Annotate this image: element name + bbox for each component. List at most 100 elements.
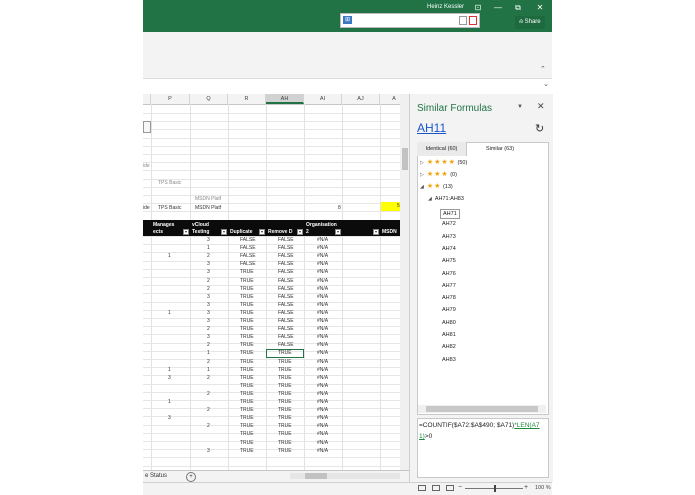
- table-cell[interactable]: TRUE: [240, 294, 254, 300]
- table-cell[interactable]: FALSE: [278, 302, 294, 308]
- addin-logo-icon[interactable]: ⊞: [343, 16, 352, 24]
- table-cell[interactable]: TRUE: [278, 407, 292, 413]
- horizontal-scroll-thumb[interactable]: [305, 473, 327, 479]
- table-cell[interactable]: #N/A: [317, 407, 328, 413]
- close-button[interactable]: ✕: [532, 2, 548, 13]
- table-cell[interactable]: 3: [207, 294, 210, 300]
- table-cell[interactable]: TRUE: [278, 359, 292, 365]
- table-cell[interactable]: TRUE: [240, 375, 254, 381]
- filter-dropdown-icon[interactable]: ▾: [373, 229, 379, 235]
- table-cell[interactable]: #N/A: [317, 350, 328, 356]
- table-cell[interactable]: #N/A: [317, 294, 328, 300]
- table-cell[interactable]: 1: [207, 367, 210, 373]
- table-cell[interactable]: TRUE: [240, 367, 254, 373]
- table-cell[interactable]: 1: [207, 350, 210, 356]
- column-header-partial[interactable]: [143, 94, 151, 104]
- collapse-arrow-icon[interactable]: ◢: [428, 196, 432, 202]
- table-cell[interactable]: TRUE: [278, 415, 292, 421]
- floating-toolbar[interactable]: ⊞: [340, 13, 480, 28]
- normal-view-icon[interactable]: [418, 485, 426, 491]
- table-cell[interactable]: 3: [207, 318, 210, 324]
- similar-cell-item[interactable]: AH73: [442, 234, 456, 240]
- column-header-r[interactable]: R: [228, 94, 266, 104]
- selected-cell[interactable]: [266, 349, 304, 358]
- similar-cell-item[interactable]: AH80: [442, 320, 456, 326]
- ribbon-display-icon[interactable]: ⊡: [470, 2, 486, 13]
- table-cell[interactable]: FALSE: [240, 253, 256, 259]
- table-cell[interactable]: TRUE: [240, 350, 254, 356]
- table-cell[interactable]: 2: [207, 278, 210, 284]
- table-cell[interactable]: TRUE: [240, 342, 254, 348]
- similar-cell-item[interactable]: AH75: [442, 258, 456, 264]
- table-cell[interactable]: #N/A: [317, 253, 328, 259]
- column-header-ah[interactable]: AH: [266, 94, 304, 104]
- filter-dropdown-icon[interactable]: ▾: [221, 229, 227, 235]
- tab-identical[interactable]: Identical (60): [417, 142, 467, 156]
- table-cell[interactable]: TRUE: [278, 391, 292, 397]
- copy-icon[interactable]: [459, 16, 467, 25]
- table-cell[interactable]: TRUE: [240, 326, 254, 332]
- table-cell[interactable]: FALSE: [278, 253, 294, 259]
- table-cell[interactable]: 2: [207, 423, 210, 429]
- table-cell[interactable]: TRUE: [240, 286, 254, 292]
- table-cell[interactable]: FALSE: [278, 269, 294, 275]
- restore-button[interactable]: ⧉: [510, 2, 526, 13]
- table-cell[interactable]: TRUE: [240, 310, 254, 316]
- add-sheet-button[interactable]: +: [186, 472, 196, 482]
- group-3-stars[interactable]: ▷ ★★★ (0): [420, 170, 457, 178]
- table-cell[interactable]: 2: [207, 407, 210, 413]
- table-cell[interactable]: 1: [207, 245, 210, 251]
- pane-options-icon[interactable]: ▼: [517, 104, 523, 110]
- table-cell[interactable]: FALSE: [278, 318, 294, 324]
- column-header-ai[interactable]: AI: [304, 94, 342, 104]
- table-cell[interactable]: TRUE: [278, 440, 292, 446]
- table-cell[interactable]: TRUE: [278, 431, 292, 437]
- table-cell[interactable]: 2: [207, 375, 210, 381]
- table-cell[interactable]: 3: [168, 375, 171, 381]
- table-cell[interactable]: FALSE: [278, 326, 294, 332]
- table-cell[interactable]: FALSE: [278, 237, 294, 243]
- table-cell[interactable]: #N/A: [317, 367, 328, 373]
- table-cell[interactable]: TRUE: [278, 367, 292, 373]
- zoom-in-button[interactable]: +: [524, 484, 528, 491]
- formula-bar[interactable]: [143, 78, 552, 93]
- table-cell[interactable]: #N/A: [317, 448, 328, 454]
- filter-dropdown-icon[interactable]: ▾: [297, 229, 303, 235]
- share-button[interactable]: ⍝ Share: [515, 16, 545, 29]
- table-cell[interactable]: 2: [207, 391, 210, 397]
- table-cell[interactable]: #N/A: [317, 415, 328, 421]
- table-cell[interactable]: 2: [207, 286, 210, 292]
- table-cell[interactable]: 2: [207, 253, 210, 259]
- similar-cell-item[interactable]: AH82: [442, 344, 456, 350]
- table-cell[interactable]: TRUE: [240, 415, 254, 421]
- page-layout-view-icon[interactable]: [432, 485, 440, 491]
- table-cell[interactable]: FALSE: [278, 334, 294, 340]
- expand-arrow-icon[interactable]: ▷: [420, 172, 424, 178]
- group-4-stars[interactable]: ▷ ★★★★ (50): [420, 158, 467, 166]
- table-cell[interactable]: TRUE: [278, 423, 292, 429]
- table-cell[interactable]: TRUE: [240, 448, 254, 454]
- table-cell[interactable]: TRUE: [278, 383, 292, 389]
- filter-dropdown-icon[interactable]: ▾: [183, 229, 189, 235]
- zoom-level[interactable]: 100 %: [535, 485, 551, 491]
- table-cell[interactable]: FALSE: [240, 245, 256, 251]
- tree-horizontal-scroll-thumb[interactable]: [426, 406, 538, 412]
- table-cell[interactable]: 2: [207, 326, 210, 332]
- subgroup-range[interactable]: ◢ AH71:AH83: [428, 196, 464, 202]
- table-cell[interactable]: TRUE: [240, 302, 254, 308]
- table-cell[interactable]: TRUE: [278, 375, 292, 381]
- table-cell[interactable]: #N/A: [317, 278, 328, 284]
- table-cell[interactable]: TRUE: [240, 399, 254, 405]
- table-cell[interactable]: FALSE: [278, 278, 294, 284]
- table-cell[interactable]: #N/A: [317, 375, 328, 381]
- filter-dropdown-icon[interactable]: ▾: [259, 229, 265, 235]
- similar-cell-item[interactable]: AH79: [442, 307, 456, 313]
- table-cell[interactable]: 1: [168, 399, 171, 405]
- table-cell[interactable]: 3: [168, 415, 171, 421]
- minimize-button[interactable]: —: [490, 2, 506, 13]
- table-cell[interactable]: 3: [207, 334, 210, 340]
- cell-reference-link[interactable]: AH11: [417, 121, 446, 135]
- table-cell[interactable]: FALSE: [240, 237, 256, 243]
- table-cell[interactable]: TRUE: [278, 399, 292, 405]
- filter-dropdown-icon[interactable]: ▾: [335, 229, 341, 235]
